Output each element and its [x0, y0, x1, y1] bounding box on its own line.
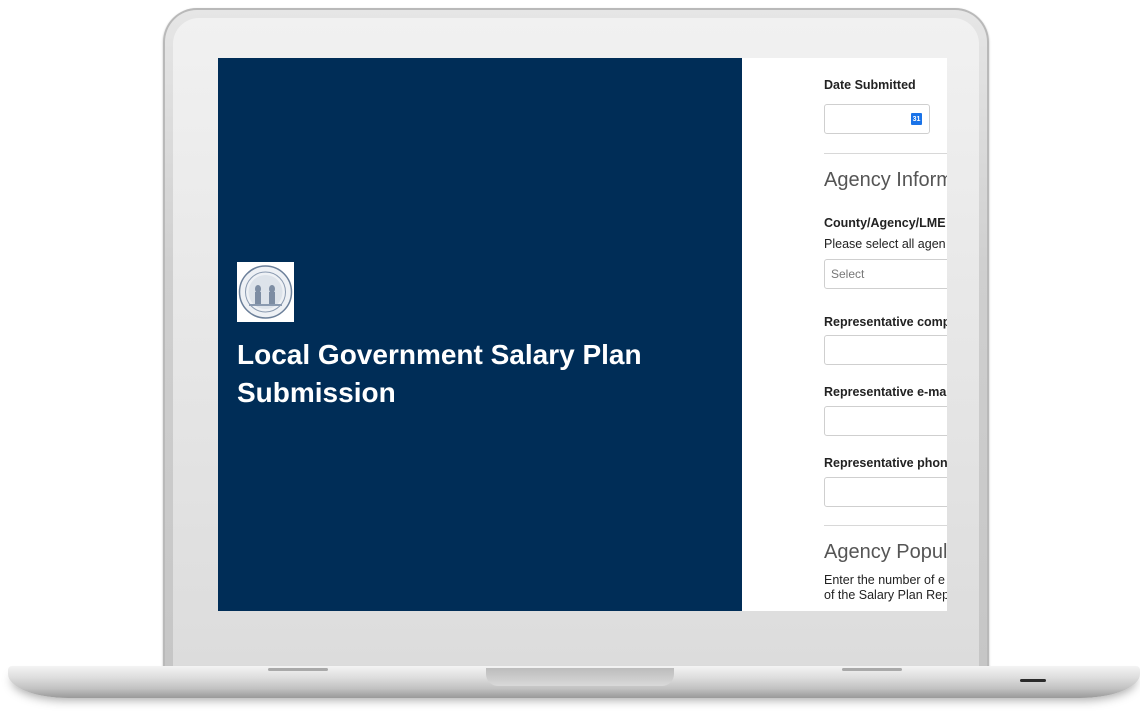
- date-submitted-label: Date Submitted: [824, 78, 916, 92]
- laptop-indicator-light: [1020, 679, 1046, 682]
- county-agency-select[interactable]: Select: [824, 259, 947, 289]
- laptop-foot-left: [268, 668, 328, 671]
- population-hint-line-1: Enter the number of e: [824, 573, 945, 587]
- laptop-foot-right: [842, 668, 902, 671]
- county-agency-hint: Please select all agen: [824, 237, 946, 251]
- county-agency-lme-label: County/Agency/LME: [824, 216, 946, 230]
- laptop-screen: Local Government Salary Plan Submission …: [218, 58, 947, 611]
- hero-panel: Local Government Salary Plan Submission: [218, 58, 742, 611]
- representative-phone-input[interactable]: [824, 477, 947, 507]
- calendar-icon[interactable]: 31: [911, 113, 922, 125]
- date-submitted-input[interactable]: 31: [824, 104, 930, 134]
- select-placeholder: Select: [831, 267, 865, 281]
- nc-state-seal-icon: [237, 262, 294, 322]
- representative-email-input[interactable]: [824, 406, 947, 436]
- representative-company-label: Representative comp: [824, 315, 947, 329]
- representative-company-input[interactable]: [824, 335, 947, 365]
- agency-information-heading: Agency Informa: [824, 169, 947, 191]
- agency-population-heading: Agency Populat: [824, 541, 947, 563]
- laptop-hinge-notch: [486, 668, 674, 686]
- section-divider: [824, 525, 947, 526]
- page-title: Local Government Salary Plan Submission: [237, 339, 642, 408]
- representative-phone-label: Representative phone: [824, 456, 947, 470]
- form-panel: Date Submitted 31 Agency Informa County/…: [742, 58, 947, 611]
- section-divider: [824, 153, 947, 154]
- seal-graphic: [238, 265, 293, 319]
- representative-email-label: Representative e-mai: [824, 385, 947, 399]
- population-hint-line-2: of the Salary Plan Rep: [824, 588, 947, 602]
